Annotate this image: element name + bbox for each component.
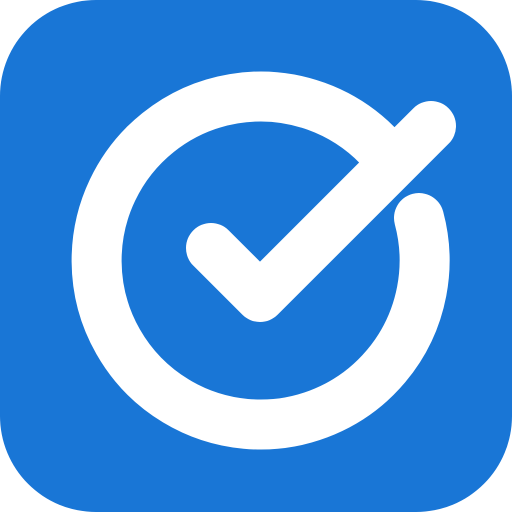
check-circle-icon [0,0,512,512]
app-icon [0,0,512,512]
